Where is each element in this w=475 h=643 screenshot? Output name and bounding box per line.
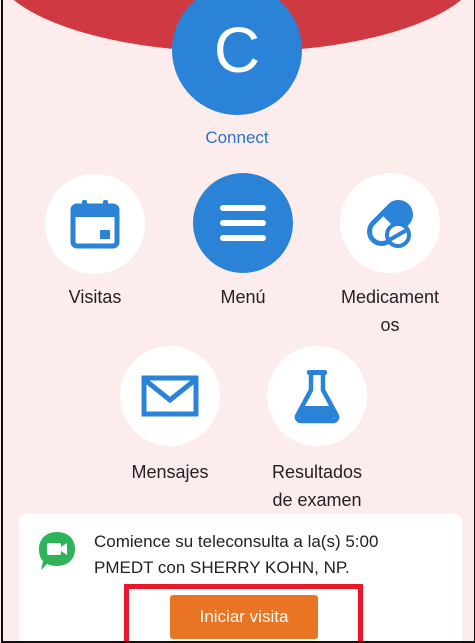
highlight-box xyxy=(124,584,363,643)
mensajes-button[interactable] xyxy=(120,346,220,446)
medicamentos-button[interactable] xyxy=(340,173,440,273)
hamburger-menu-icon xyxy=(220,205,266,241)
visitas-button[interactable] xyxy=(45,174,145,274)
avatar-letter: C xyxy=(213,14,261,86)
teleconsult-message: Comience su teleconsulta a la(s) 5:00 PM… xyxy=(94,532,379,577)
video-chat-icon xyxy=(39,532,75,570)
visitas-label: Visitas xyxy=(68,287,122,307)
connect-avatar[interactable]: C xyxy=(172,0,302,115)
resultados-label: Resultados de examen xyxy=(271,462,363,510)
app-screen: C Connect Visitas Menú Medicament os Men… xyxy=(0,0,475,643)
resultados-button[interactable] xyxy=(267,346,367,446)
calendar-icon xyxy=(70,200,120,249)
connect-label[interactable]: Connect xyxy=(137,128,337,148)
envelope-icon xyxy=(141,375,199,417)
menu-label: Menú xyxy=(220,287,266,307)
medicamentos-label: Medicament os xyxy=(340,287,440,335)
pill-capsule-icon xyxy=(367,200,413,248)
flask-icon xyxy=(294,370,340,424)
mensajes-label: Mensajes xyxy=(131,462,209,482)
menu-button[interactable] xyxy=(193,173,293,273)
